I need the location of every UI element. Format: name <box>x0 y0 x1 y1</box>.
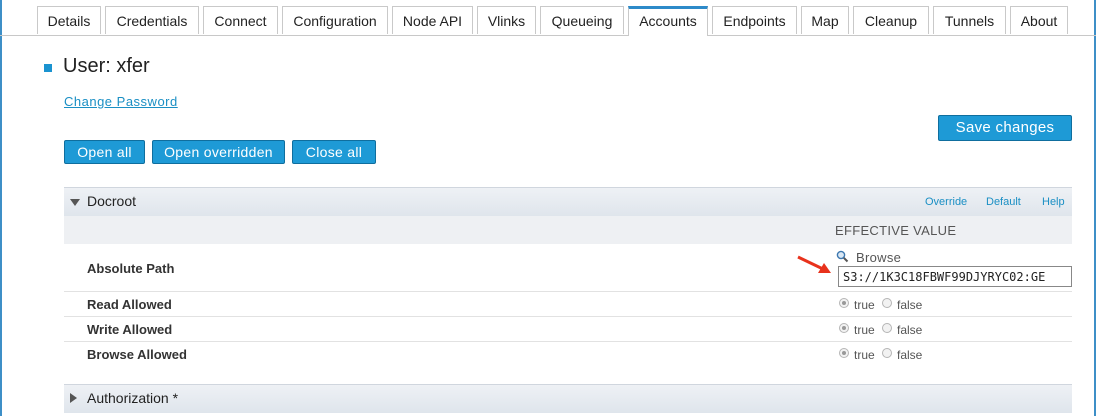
browse-link[interactable]: Browse <box>856 250 901 265</box>
tab-about[interactable]: About <box>1010 6 1068 34</box>
tab-endpoints[interactable]: Endpoints <box>712 6 797 34</box>
tab-bar: Details Credentials Connect Configuratio… <box>0 0 1096 36</box>
tab-queueing[interactable]: Queueing <box>540 6 624 34</box>
absolute-path-label: Absolute Path <box>87 261 175 276</box>
open-all-button[interactable]: Open all <box>64 140 145 164</box>
tab-accounts[interactable]: Accounts <box>628 6 708 36</box>
help-link[interactable]: Help <box>1042 196 1065 208</box>
authorization-section-header[interactable]: Authorization * <box>64 384 1072 413</box>
override-link[interactable]: Override <box>925 196 967 208</box>
read-allowed-label: Read Allowed <box>87 297 172 312</box>
browse-allowed-label: Browse Allowed <box>87 347 187 362</box>
page-title: User: xfer <box>63 55 150 77</box>
docroot-section-header[interactable]: Docroot Override Default Help <box>64 187 1072 216</box>
tab-node-api[interactable]: Node API <box>392 6 473 34</box>
effective-value-header-row: EFFECTIVE VALUE <box>64 216 1072 244</box>
write-allowed-true-radio[interactable] <box>839 323 849 333</box>
window-frame-left <box>0 0 2 416</box>
title-bullet-icon <box>44 64 52 72</box>
tab-vlinks[interactable]: Vlinks <box>477 6 536 34</box>
write-allowed-false-radio[interactable] <box>882 323 892 333</box>
authorization-section-title: Authorization * <box>87 390 179 406</box>
browse-allowed-true-label: true <box>854 348 875 362</box>
write-allowed-label: Write Allowed <box>87 322 173 337</box>
close-all-button[interactable]: Close all <box>292 140 376 164</box>
read-allowed-false-radio[interactable] <box>882 298 892 308</box>
browse-allowed-true-radio[interactable] <box>839 348 849 358</box>
tab-credentials[interactable]: Credentials <box>105 6 199 34</box>
browse-allowed-false-radio[interactable] <box>882 348 892 358</box>
magnifier-icon[interactable] <box>836 250 849 263</box>
tab-cleanup[interactable]: Cleanup <box>853 6 929 34</box>
expand-triangle-icon[interactable] <box>70 393 77 403</box>
effective-value-label: EFFECTIVE VALUE <box>835 223 957 238</box>
write-allowed-true-label: true <box>854 323 875 337</box>
tab-tunnels[interactable]: Tunnels <box>933 6 1006 34</box>
read-allowed-true-label: true <box>854 298 875 312</box>
collapse-triangle-icon[interactable] <box>70 199 80 206</box>
open-overridden-button[interactable]: Open overridden <box>152 140 285 164</box>
write-allowed-false-label: false <box>897 323 923 337</box>
browse-allowed-false-label: false <box>897 348 923 362</box>
docroot-section-title: Docroot <box>87 193 137 209</box>
read-allowed-false-label: false <box>897 298 923 312</box>
absolute-path-input[interactable]: S3://1K3C18FBWF99DJYRYC02:GE <box>838 266 1072 287</box>
red-arrow-icon <box>797 255 831 273</box>
tab-configuration[interactable]: Configuration <box>282 6 388 34</box>
change-password-link[interactable]: Change Password <box>64 94 178 109</box>
tab-map[interactable]: Map <box>801 6 849 34</box>
tab-details[interactable]: Details <box>37 6 101 34</box>
tab-connect[interactable]: Connect <box>203 6 278 34</box>
read-allowed-true-radio[interactable] <box>839 298 849 308</box>
save-changes-button[interactable]: Save changes <box>938 115 1072 141</box>
default-link[interactable]: Default <box>986 196 1021 208</box>
